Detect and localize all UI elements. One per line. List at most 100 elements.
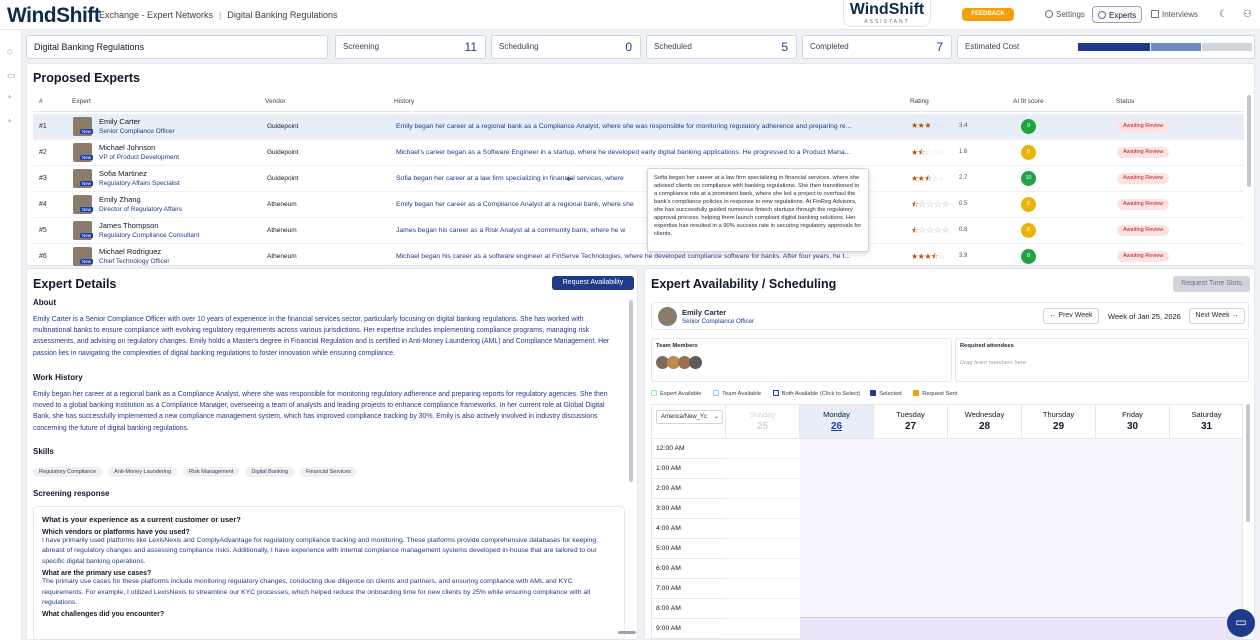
screening-subquestion: What are the primary use cases? xyxy=(42,570,152,578)
expert-name[interactable]: Michael Rodriguez xyxy=(99,247,161,256)
expert-title: Senior Compliance Officer xyxy=(99,128,175,135)
left-sidebar: ⌂ ▭ + + xyxy=(0,30,22,640)
chat-launcher-button[interactable]: ▭ xyxy=(1227,609,1255,637)
project-name: Digital Banking Regulations xyxy=(34,42,145,52)
add-icon[interactable]: + xyxy=(7,116,12,126)
experts-scrollbar[interactable] xyxy=(1247,95,1251,187)
calendar-scrollbar[interactable] xyxy=(1246,404,1250,522)
expert-title: Senior Compliance Officer xyxy=(682,318,755,325)
interviews-button[interactable]: Interviews xyxy=(1146,6,1203,23)
details-scrollbar[interactable] xyxy=(629,300,633,482)
expert-name[interactable]: Michael Johnson xyxy=(99,143,155,152)
table-row[interactable]: #6 New Michael Rodriguez Chief Technology O… xyxy=(33,244,1244,270)
available-slots-area[interactable] xyxy=(800,439,1242,639)
new-badge: New xyxy=(80,155,94,160)
col-header-vendor[interactable]: Vendor xyxy=(265,98,286,105)
day-header[interactable]: Friday 30 xyxy=(1096,405,1170,439)
col-header-expert[interactable]: Expert xyxy=(72,98,91,105)
users-icon xyxy=(1098,11,1106,19)
proposed-experts-title: Proposed Experts xyxy=(33,71,140,85)
drop-zone-placeholder: Drag team members here xyxy=(960,360,1027,366)
project-name-card: Digital Banking Regulations xyxy=(26,35,328,59)
day-header[interactable]: Monday 26 xyxy=(800,405,874,439)
completed-stat[interactable]: Completed 7 xyxy=(802,35,952,59)
skill-chip: Digital Banking xyxy=(245,467,295,477)
star-full-icon: ★ xyxy=(911,252,918,261)
settings-button[interactable]: Settings xyxy=(1040,6,1090,23)
chat-icon: ▭ xyxy=(1235,615,1247,629)
scheduled-stat[interactable]: Scheduled 5 xyxy=(646,35,797,59)
day-header[interactable]: Saturday 31 xyxy=(1170,405,1242,439)
breadcrumb-exchange[interactable]: Exchange - Expert Networks xyxy=(99,10,213,20)
table-row[interactable]: #2 New Michael Johnson VP of Product Develo… xyxy=(33,140,1244,166)
expert-name[interactable]: Emily Zhang xyxy=(99,195,141,204)
add-icon[interactable]: + xyxy=(7,92,12,102)
breadcrumb-project[interactable]: Digital Banking Regulations xyxy=(227,10,337,20)
star-empty-icon: ☆ xyxy=(918,226,926,235)
day-header[interactable]: Thursday 29 xyxy=(1022,405,1096,439)
expert-title: VP of Product Development xyxy=(99,154,180,161)
day-name: Thursday xyxy=(1042,410,1075,419)
prev-week-button[interactable]: ← Prev Week xyxy=(1043,308,1099,324)
avatar[interactable] xyxy=(689,356,702,369)
row-number: #4 xyxy=(39,201,47,208)
skills-list: Regulatory Compliance Anti-Money Launderi… xyxy=(33,464,363,477)
history-text[interactable]: Michael began his career as a software e… xyxy=(396,253,896,260)
legend-swatch-both xyxy=(772,390,779,396)
status-badge: Awaiting Review xyxy=(1117,199,1170,210)
time-slot-label: 1:00 AM xyxy=(652,459,725,479)
day-header[interactable]: Wednesday 28 xyxy=(948,405,1022,439)
table-row[interactable]: #3 New Sofia Martinez Regulatory Affairs Sp… xyxy=(33,166,1244,192)
day-header[interactable]: Tuesday 27 xyxy=(874,405,948,439)
table-row[interactable]: #5 New James Thompson Regulatory Compliance… xyxy=(33,218,1244,244)
history-text[interactable]: Michael's career began as a Software Eng… xyxy=(396,149,896,156)
time-slot-label: 5:00 AM xyxy=(652,539,725,559)
day-name: Saturday xyxy=(1191,410,1222,419)
home-icon[interactable]: ⌂ xyxy=(7,46,12,56)
next-week-button[interactable]: Next Week → xyxy=(1189,308,1245,324)
star-empty-icon: ☆ xyxy=(918,200,926,209)
row-number: #6 xyxy=(39,253,47,260)
ai-fit-score-badge: 9 xyxy=(1021,119,1036,134)
about-text: Emily Carter is a Senior Compliance Offi… xyxy=(33,316,610,357)
col-header-ai-fit[interactable]: AI fit score xyxy=(1013,98,1044,105)
rating-stars: ⯪☆☆☆☆ xyxy=(911,225,950,239)
day-header[interactable]: Sunday 25 xyxy=(726,405,800,439)
request-availability-button[interactable]: Request Availability xyxy=(552,276,634,290)
timezone-select[interactable]: America/New_Yc ⌄ xyxy=(656,410,723,424)
assistant-logo[interactable]: WindShift ASSISTANT xyxy=(843,0,931,27)
available-slot[interactable] xyxy=(800,617,1242,639)
required-attendees-label: Required attendees xyxy=(960,343,1014,349)
interviews-label: Interviews xyxy=(1162,10,1199,19)
expert-name[interactable]: Emily Carter xyxy=(99,117,140,126)
star-empty-icon: ☆ xyxy=(938,252,945,261)
experts-button[interactable]: Experts xyxy=(1092,6,1143,23)
row-number: #2 xyxy=(39,149,47,156)
col-header-status[interactable]: Status xyxy=(1116,98,1134,105)
user-menu-button[interactable]: ⚇ xyxy=(1238,6,1257,23)
time-slot-label: 2:00 AM xyxy=(652,479,725,499)
request-time-slots-button[interactable]: Request Time Slots xyxy=(1173,276,1250,292)
history-text[interactable]: Emily began her career at a regional ban… xyxy=(396,123,896,130)
user-icon: ⚇ xyxy=(1243,9,1252,20)
scheduling-stat[interactable]: Scheduling 0 xyxy=(491,35,641,59)
day-name: Tuesday xyxy=(896,410,925,419)
expert-name[interactable]: Sofia Martinez xyxy=(99,169,147,178)
required-attendees-box[interactable]: Required attendees Drag team members her… xyxy=(955,338,1249,382)
vendor-name: Atheneum xyxy=(267,253,297,260)
timezone-value: America/New_Yc xyxy=(661,414,708,420)
folder-icon[interactable]: ▭ xyxy=(7,70,16,81)
resize-handle[interactable] xyxy=(618,631,636,634)
feedback-button[interactable]: FEEDBACK xyxy=(962,8,1014,21)
expert-name[interactable]: James Thompson xyxy=(99,221,158,230)
table-row[interactable]: #4 New Emily Zhang Director of Regulatory A… xyxy=(33,192,1244,218)
rating-value: 3.4 xyxy=(959,123,968,129)
screening-label: Screening xyxy=(343,42,380,51)
app-logo[interactable]: WindShift xyxy=(7,4,101,28)
dark-mode-toggle[interactable]: ☾ xyxy=(1214,6,1233,23)
star-empty-icon: ☆ xyxy=(937,121,945,130)
col-header-rating[interactable]: Rating xyxy=(910,98,929,105)
table-row[interactable]: #1 New Emily Carter Senior Compliance Offic… xyxy=(33,114,1244,140)
screening-stat[interactable]: Screening 11 xyxy=(335,35,486,59)
scheduling-label: Scheduling xyxy=(499,42,539,51)
